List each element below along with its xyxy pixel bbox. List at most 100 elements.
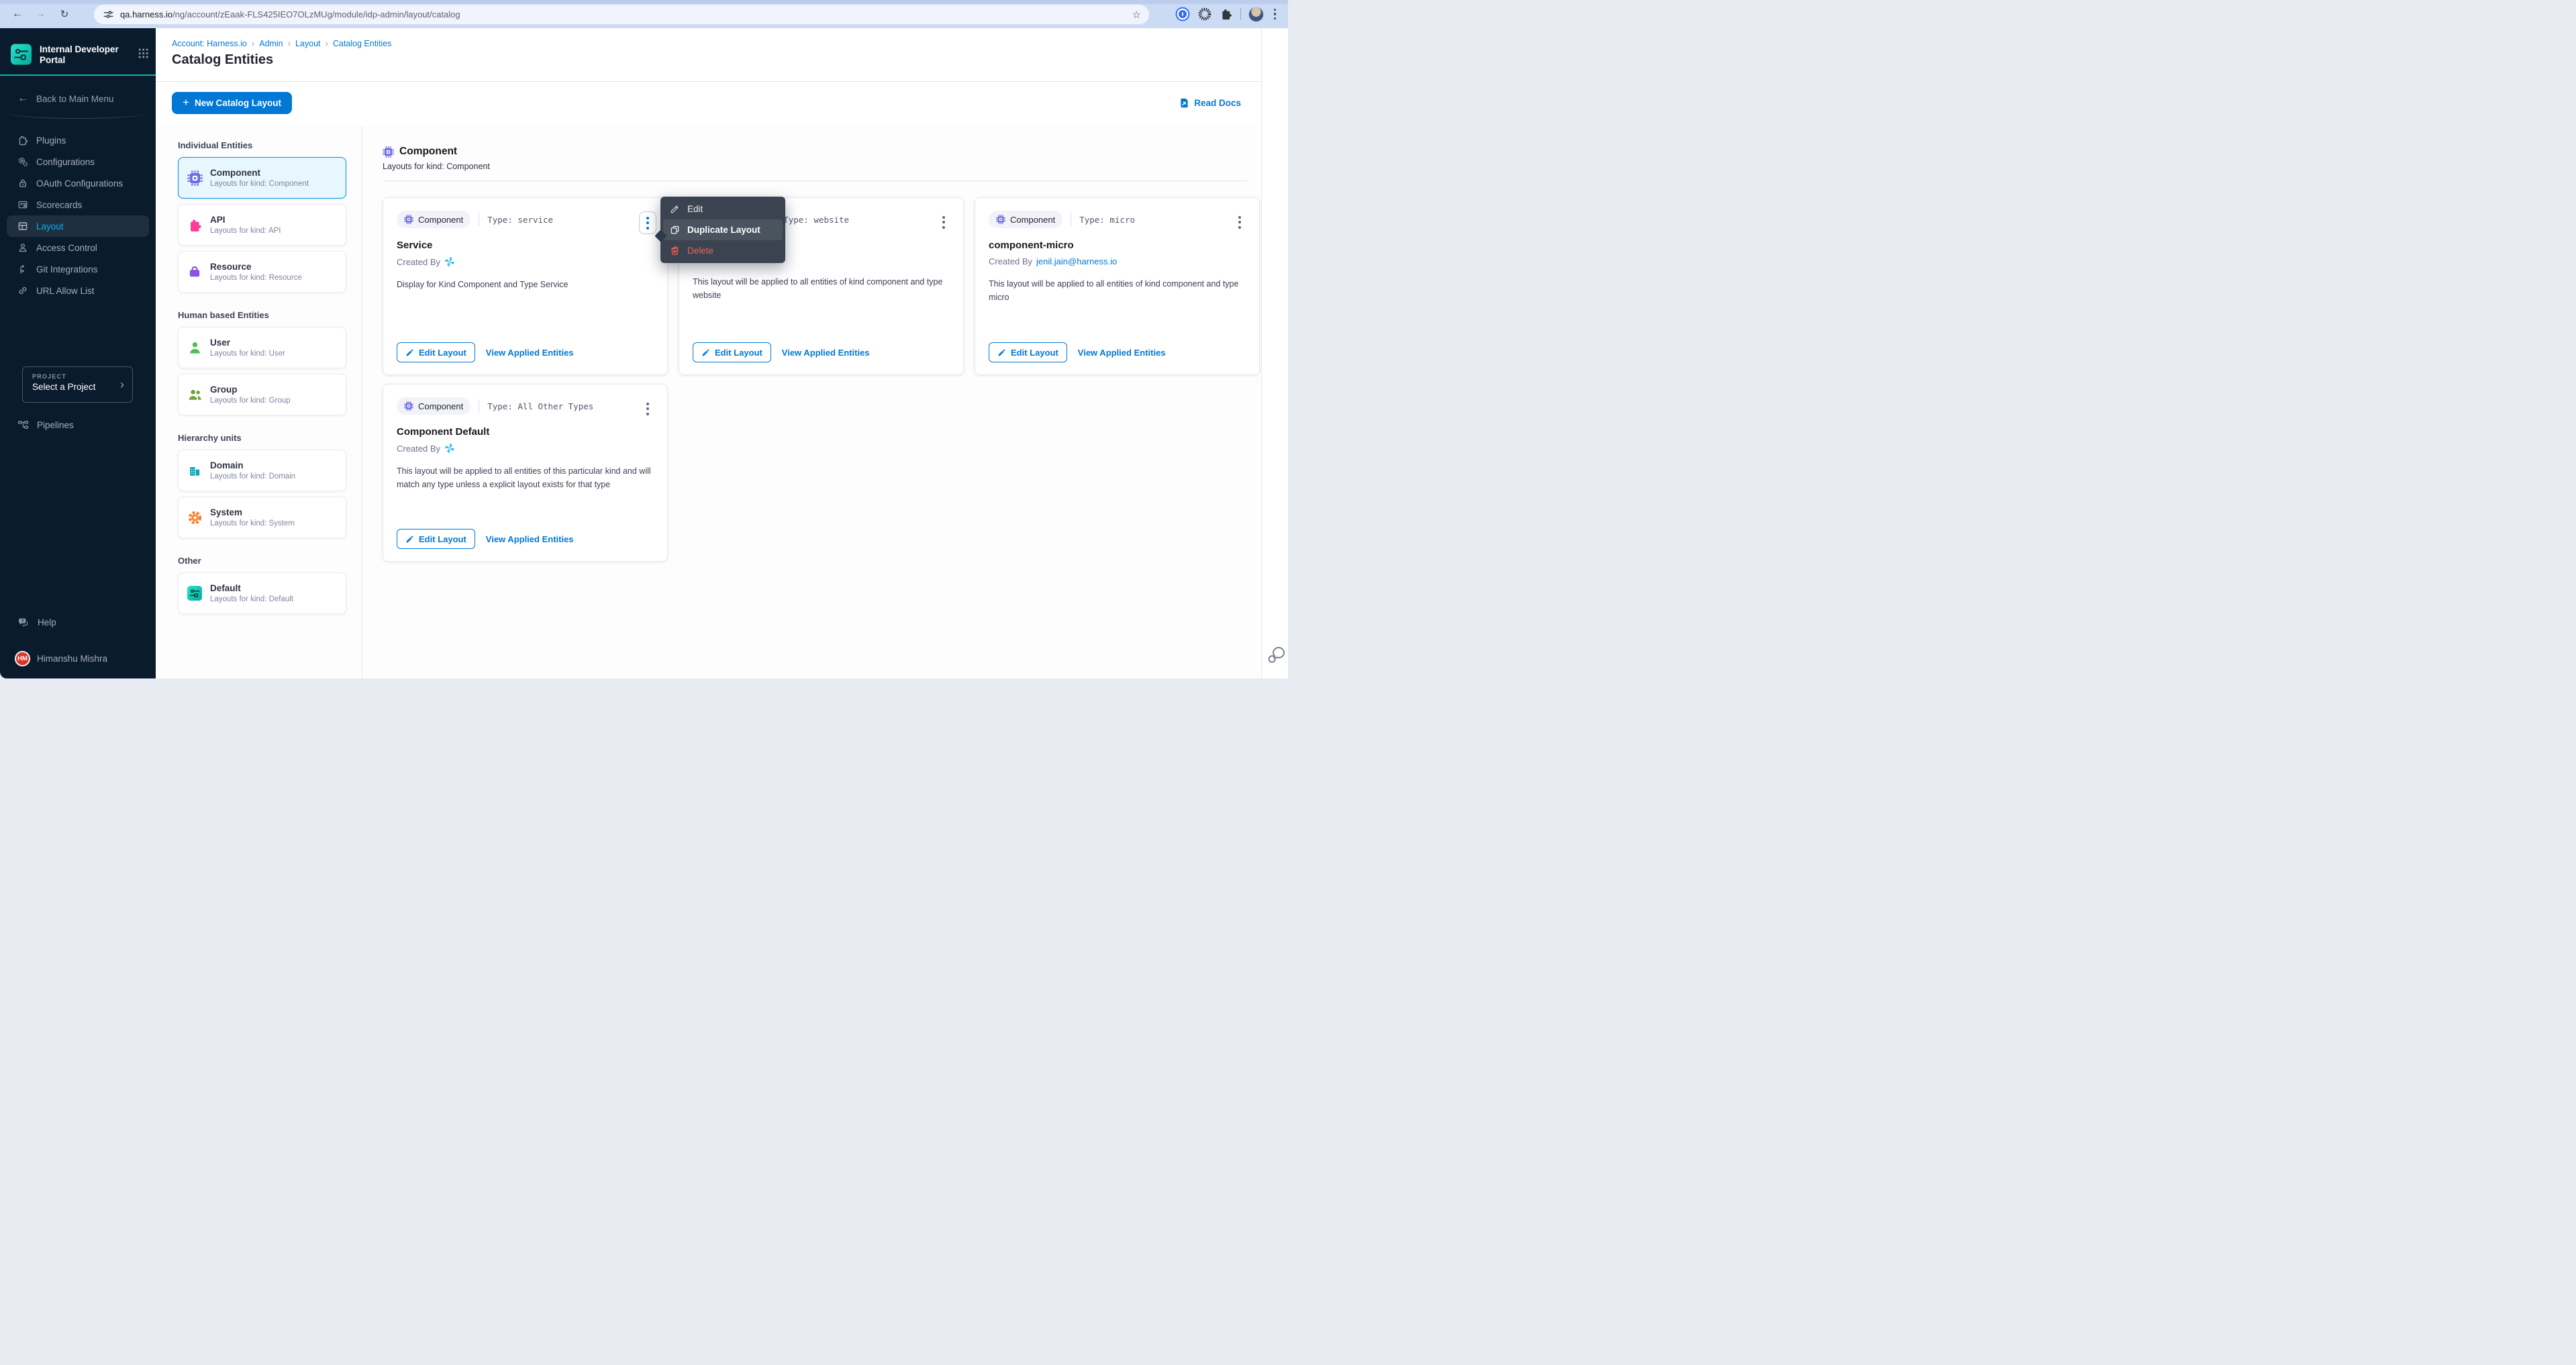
module-grid-icon[interactable] bbox=[138, 47, 149, 60]
sidebar-user[interactable]: HM Himanshu Mishra bbox=[15, 649, 107, 668]
content: Account: Harness.io› Admin› Layout› Cata… bbox=[156, 28, 1288, 678]
edit-layout-button[interactable]: Edit Layout bbox=[693, 342, 771, 362]
harness-user-icon bbox=[444, 256, 455, 267]
sidebar-item-help[interactable]: ? Help bbox=[17, 611, 56, 633]
sidebar-item-git-integrations[interactable]: Git Integrations bbox=[7, 258, 149, 280]
svg-text:?: ? bbox=[21, 619, 24, 623]
layout-cards-grid: Component Type: service Service Created … bbox=[383, 197, 1248, 562]
kind-badge: Component bbox=[989, 211, 1062, 228]
project-selector[interactable]: PROJECT Select a Project › bbox=[22, 366, 133, 403]
pencil-icon bbox=[405, 348, 414, 357]
bookmark-star-icon[interactable]: ☆ bbox=[1132, 9, 1141, 21]
bag-icon bbox=[187, 264, 203, 279]
user-avatar: HM bbox=[15, 651, 30, 666]
link-icon bbox=[17, 285, 28, 296]
entity-kind-component[interactable]: Component Layouts for kind: Component bbox=[178, 157, 346, 199]
docs-icon bbox=[1178, 97, 1189, 109]
layout-title: Service bbox=[397, 240, 654, 251]
entity-kind-system[interactable]: System Layouts for kind: System bbox=[178, 497, 346, 538]
view-applied-entities-link[interactable]: View Applied Entities bbox=[782, 348, 870, 358]
chip-icon bbox=[187, 170, 203, 186]
user-name: Himanshu Mishra bbox=[37, 654, 107, 664]
sidebar-item-pipelines[interactable]: Pipelines bbox=[17, 414, 74, 436]
menu-item-delete[interactable]: Delete bbox=[663, 240, 783, 261]
url-text[interactable]: qa.harness.io/ng/account/zEaak-FLS425IEO… bbox=[120, 9, 1132, 19]
sidebar-item-access-control[interactable]: Access Control bbox=[7, 237, 149, 258]
entity-kind-group[interactable]: Group Layouts for kind: Group bbox=[178, 374, 346, 415]
entity-kind-api[interactable]: API Layouts for kind: API bbox=[178, 204, 346, 246]
layout-description: This layout will be applied to all entit… bbox=[989, 277, 1246, 304]
sidebar-item-url-allow-list[interactable]: URL Allow List bbox=[7, 280, 149, 301]
puzzle-icon bbox=[17, 135, 28, 146]
edit-layout-button[interactable]: Edit Layout bbox=[989, 342, 1067, 362]
support-chat-icon[interactable] bbox=[1267, 646, 1287, 664]
sidebar-item-configurations[interactable]: Configurations bbox=[7, 151, 149, 172]
lock-icon bbox=[17, 178, 28, 189]
layout-card-service: Component Type: service Service Created … bbox=[383, 197, 668, 375]
sidebar-nav: Plugins Configurations OAuth Configurati… bbox=[0, 130, 156, 301]
site-info-icon[interactable] bbox=[103, 9, 113, 19]
section-label-other: Other bbox=[178, 556, 346, 566]
edit-layout-button[interactable]: Edit Layout bbox=[397, 529, 475, 549]
created-by-email-link[interactable]: jenil.jain@harness.io bbox=[1036, 256, 1117, 266]
idp-logo-icon bbox=[187, 586, 203, 601]
sidebar-item-plugins[interactable]: Plugins bbox=[7, 130, 149, 151]
sidebar-item-layout[interactable]: Layout bbox=[7, 215, 149, 237]
url-bar[interactable]: qa.harness.io/ng/account/zEaak-FLS425IEO… bbox=[94, 5, 1149, 24]
group-icon bbox=[187, 387, 203, 403]
sidebar-item-oauth-configurations[interactable]: OAuth Configurations bbox=[7, 172, 149, 194]
card-menu-kebab-icon[interactable] bbox=[639, 398, 656, 419]
read-docs-link[interactable]: Read Docs bbox=[1178, 97, 1241, 109]
card-menu-kebab-icon[interactable] bbox=[639, 211, 656, 234]
menu-item-duplicate-layout[interactable]: Duplicate Layout bbox=[663, 219, 783, 240]
entity-kind-user[interactable]: User Layouts for kind: User bbox=[178, 327, 346, 368]
divider bbox=[1240, 8, 1241, 20]
menu-item-edit[interactable]: Edit bbox=[663, 199, 783, 219]
card-menu-kebab-icon[interactable] bbox=[1231, 211, 1248, 233]
breadcrumb-admin[interactable]: Admin bbox=[259, 39, 283, 48]
spinner-extension-icon[interactable] bbox=[1197, 7, 1212, 21]
chip-icon bbox=[404, 215, 413, 224]
entity-kind-domain[interactable]: Domain Layouts for kind: Domain bbox=[178, 450, 346, 491]
pencil-icon bbox=[405, 535, 414, 544]
brand: Internal Developer Portal bbox=[11, 43, 149, 66]
browser-forward-icon[interactable]: → bbox=[34, 7, 47, 21]
breadcrumb-account[interactable]: Account: Harness.io bbox=[172, 39, 247, 48]
layout-card-component-micro: Component Type: micro component-micro Cr… bbox=[975, 197, 1260, 375]
duplicate-icon bbox=[670, 225, 680, 235]
sidebar: Internal Developer Portal ← Back to Main… bbox=[0, 28, 156, 678]
card-menu-kebab-icon[interactable] bbox=[935, 211, 952, 233]
view-applied-entities-link[interactable]: View Applied Entities bbox=[1078, 348, 1166, 358]
chip-icon bbox=[404, 401, 413, 411]
divider bbox=[8, 113, 148, 119]
buildings-icon bbox=[187, 463, 203, 478]
entity-kind-resource[interactable]: Resource Layouts for kind: Resource bbox=[178, 251, 346, 293]
browser-reload-icon[interactable]: ↻ bbox=[58, 7, 71, 21]
breadcrumb-layout[interactable]: Layout bbox=[295, 39, 321, 48]
new-catalog-layout-button[interactable]: + New Catalog Layout bbox=[172, 92, 292, 114]
browser-profile-avatar[interactable] bbox=[1248, 7, 1264, 22]
user-icon bbox=[187, 340, 203, 356]
back-to-main-menu[interactable]: ← Back to Main Menu bbox=[17, 93, 114, 105]
edit-layout-button[interactable]: Edit Layout bbox=[397, 342, 475, 362]
scorecard-icon bbox=[17, 199, 28, 210]
screen: ← → ↻ qa.harness.io/ng/account/zEaak-FLS… bbox=[0, 0, 1288, 682]
sidebar-item-scorecards[interactable]: Scorecards bbox=[7, 194, 149, 215]
browser-back-icon[interactable]: ← bbox=[11, 7, 24, 21]
kind-badge: Component bbox=[397, 397, 470, 415]
password-manager-extension-icon[interactable] bbox=[1175, 7, 1190, 21]
layouts-area: Component Layouts for kind: Component Co… bbox=[362, 125, 1261, 678]
entity-kind-default[interactable]: Default Layouts for kind: Default bbox=[178, 572, 346, 614]
page-title: Catalog Entities bbox=[172, 52, 273, 68]
chip-icon bbox=[996, 215, 1005, 224]
view-applied-entities-link[interactable]: View Applied Entities bbox=[486, 348, 574, 358]
extensions-puzzle-icon[interactable] bbox=[1220, 7, 1233, 21]
browser-menu-icon[interactable] bbox=[1271, 6, 1279, 23]
pencil-icon bbox=[997, 348, 1006, 357]
puzzle-icon bbox=[187, 217, 203, 233]
view-applied-entities-link[interactable]: View Applied Entities bbox=[486, 534, 574, 544]
section-label-hierarchy: Hierarchy units bbox=[178, 433, 346, 443]
plus-icon: + bbox=[183, 96, 189, 109]
chevron-separator: › bbox=[252, 38, 254, 48]
breadcrumb-catalog-entities[interactable]: Catalog Entities bbox=[333, 39, 392, 48]
